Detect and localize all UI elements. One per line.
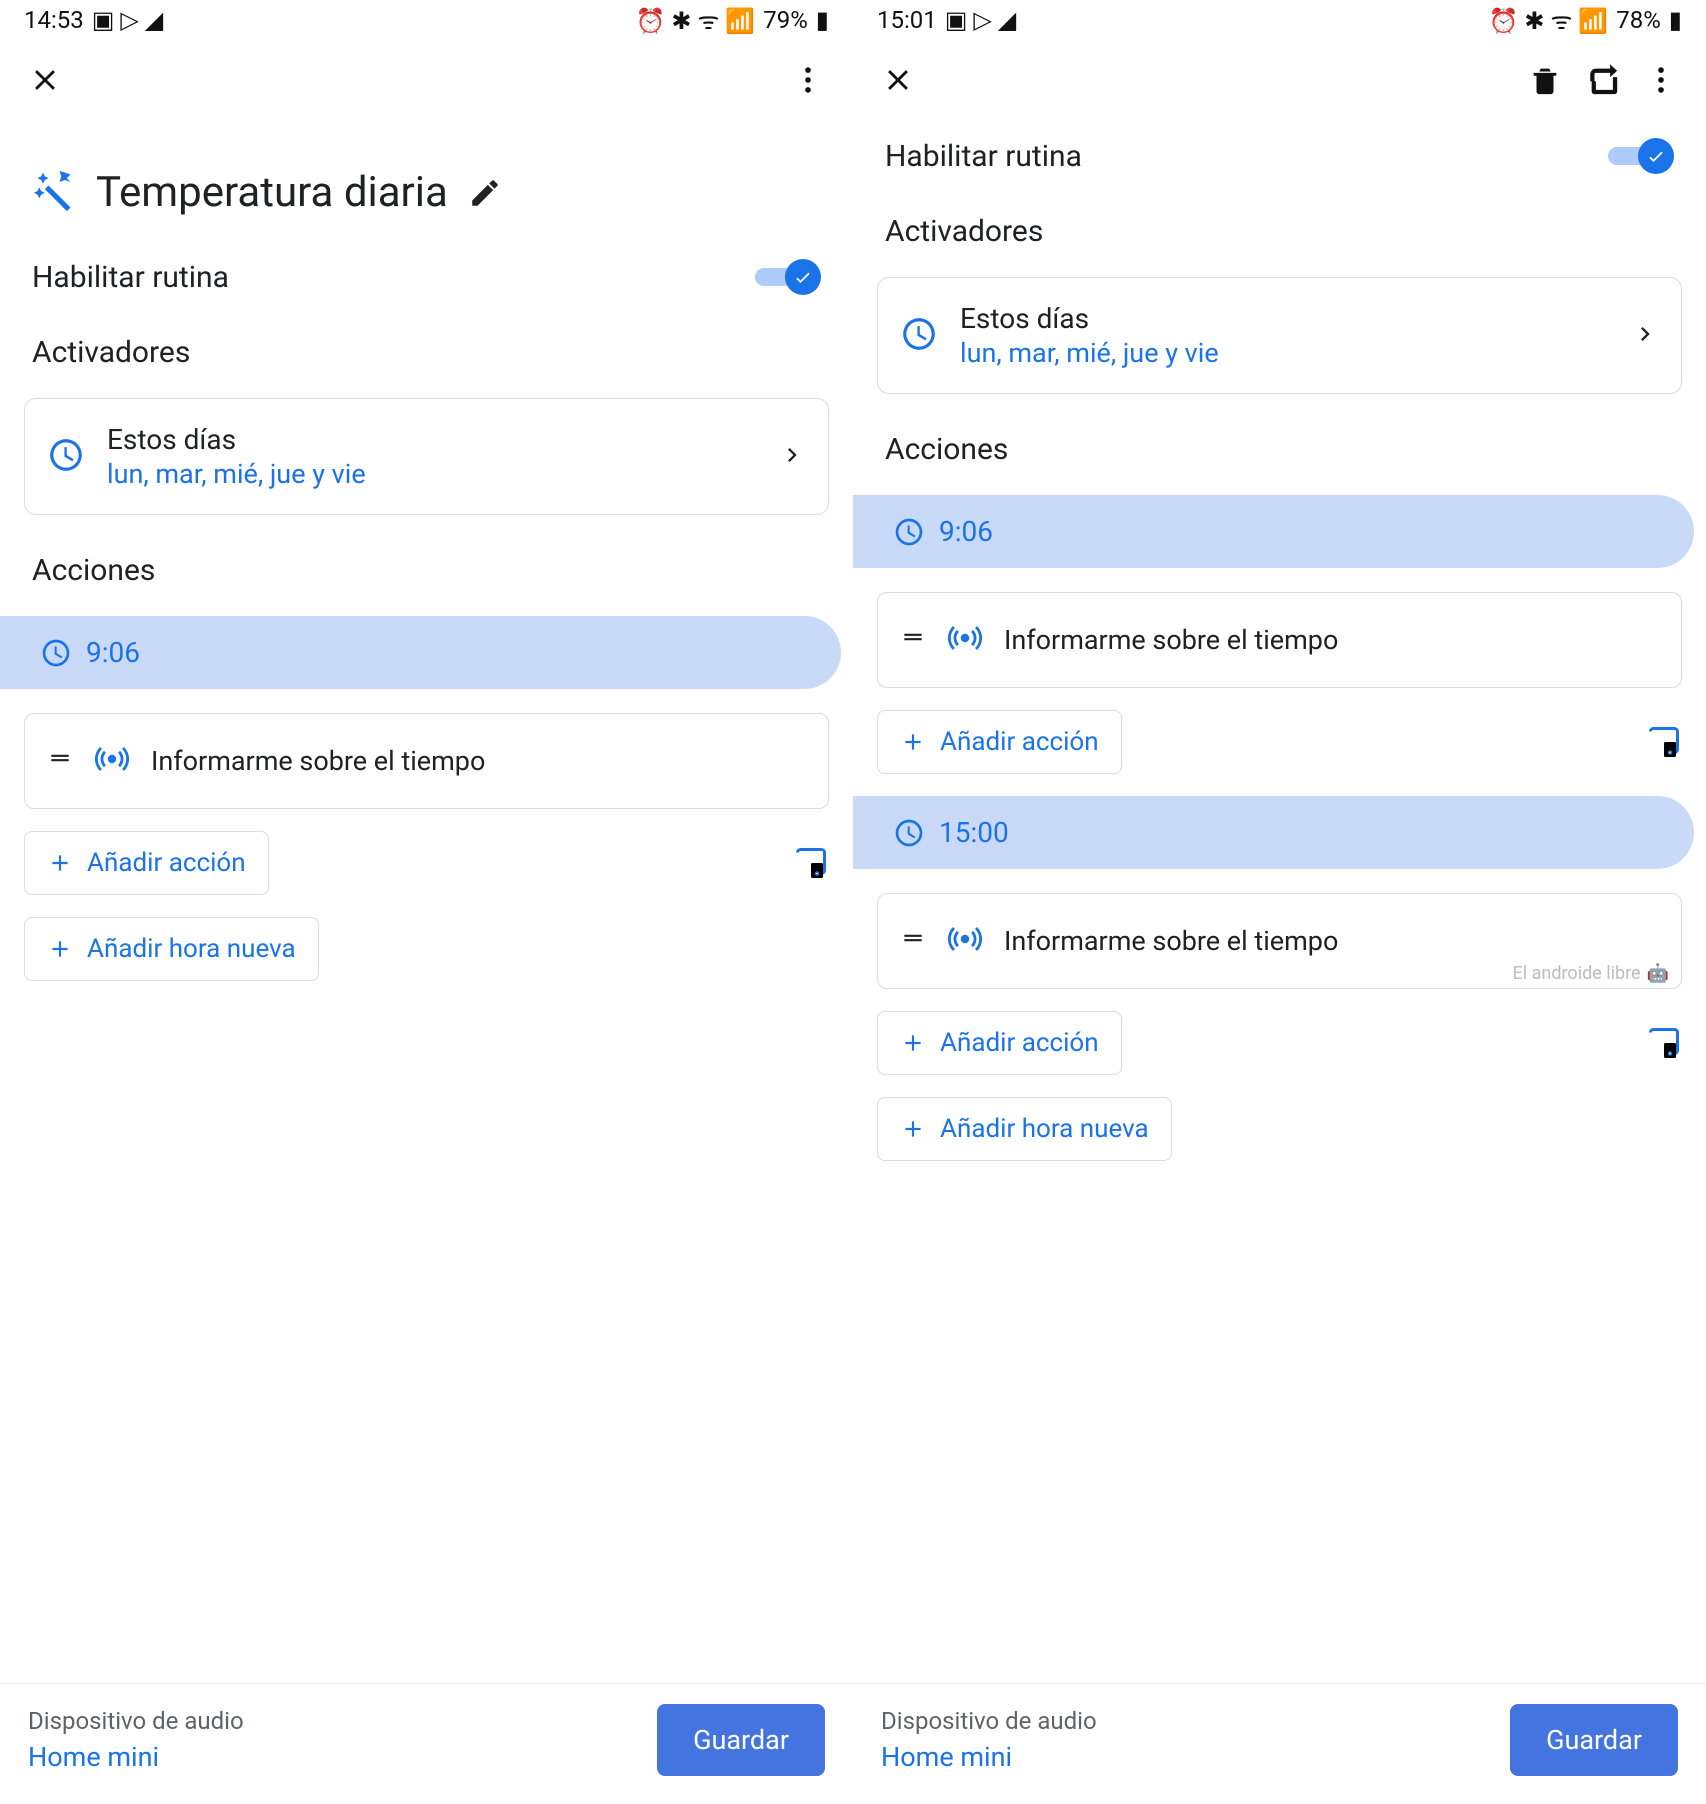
chevron-right-icon <box>778 441 806 473</box>
screen-left: 14:53 ▣ ▷ ◢ ⏰ ✱ ᯤ 📶 79% ▮ Temperatura di… <box>0 0 853 1804</box>
days-card[interactable]: Estos días lun, mar, mié, jue y vie <box>877 277 1682 394</box>
device-select-icon[interactable] <box>1646 724 1682 760</box>
audio-device-link[interactable]: Home mini <box>28 1741 244 1773</box>
watermark: El androide libre🤖 <box>1513 963 1669 984</box>
time-value: 9:06 <box>86 636 140 669</box>
add-time-button[interactable]: Añadir hora nueva <box>24 917 319 981</box>
screen-right: 15:01 ▣ ▷ ◢ ⏰ ✱ ᯤ 📶 78% ▮ Habilitar ruti… <box>853 0 1706 1804</box>
more-icon[interactable] <box>791 63 825 97</box>
drag-handle-icon[interactable] <box>47 745 73 778</box>
action-card[interactable]: Informarme sobre el tiempo <box>877 592 1682 688</box>
status-battery: 79% <box>763 6 808 34</box>
app-bar <box>0 40 853 120</box>
days-title: Estos días <box>960 302 1609 335</box>
add-action-button[interactable]: Añadir acción <box>24 831 269 895</box>
clock-icon <box>900 315 938 357</box>
drag-handle-icon[interactable] <box>900 624 926 657</box>
audio-device-label: Dispositivo de audio <box>28 1707 244 1735</box>
enable-toggle[interactable] <box>1608 138 1674 174</box>
add-action-button[interactable]: Añadir acción <box>877 1011 1122 1075</box>
activators-label: Activadores <box>24 317 829 398</box>
activators-label: Activadores <box>877 196 1682 277</box>
save-button[interactable]: Guardar <box>1510 1704 1678 1776</box>
days-sub: lun, mar, mié, jue y vie <box>960 337 1609 369</box>
battery-icon: ▮ <box>1669 6 1682 34</box>
pencil-icon[interactable] <box>468 176 502 210</box>
time-value: 9:06 <box>939 515 993 548</box>
status-bar: 15:01 ▣ ▷ ◢ ⏰ ✱ ᯤ 📶 78% ▮ <box>853 0 1706 40</box>
device-select-icon[interactable] <box>1646 1025 1682 1061</box>
status-notif-icons: ▣ ▷ ◢ <box>92 6 164 34</box>
audio-device-link[interactable]: Home mini <box>881 1741 1097 1773</box>
actions-label: Acciones <box>877 414 1682 495</box>
status-notif-icons: ▣ ▷ ◢ <box>945 6 1017 34</box>
title-row: Temperatura diaria <box>24 120 829 245</box>
add-action-label: Añadir acción <box>940 1028 1099 1058</box>
shortcut-icon[interactable] <box>1586 63 1620 97</box>
time-value: 15:00 <box>939 816 1009 849</box>
chevron-right-icon <box>1631 320 1659 352</box>
days-card[interactable]: Estos días lun, mar, mié, jue y vie <box>24 398 829 515</box>
enable-label: Habilitar rutina <box>32 260 229 295</box>
footer: Dispositivo de audio Home mini Guardar <box>0 1683 853 1804</box>
actions-label: Acciones <box>24 535 829 616</box>
status-system-icons: ⏰ ✱ ᯤ 📶 <box>1489 4 1609 37</box>
action-text: Informarme sobre el tiempo <box>1004 624 1338 656</box>
add-time-label: Añadir hora nueva <box>940 1114 1149 1144</box>
add-action-label: Añadir acción <box>940 727 1099 757</box>
battery-icon: ▮ <box>816 6 829 34</box>
broadcast-icon <box>95 742 129 780</box>
wand-icon <box>32 169 76 217</box>
status-battery: 78% <box>1616 6 1661 34</box>
app-bar <box>853 40 1706 120</box>
broadcast-icon <box>948 621 982 659</box>
routine-title: Temperatura diaria <box>96 168 448 217</box>
add-time-button[interactable]: Añadir hora nueva <box>877 1097 1172 1161</box>
close-icon[interactable] <box>881 63 915 97</box>
enable-row: Habilitar rutina <box>24 245 829 317</box>
status-time: 14:53 <box>24 6 84 34</box>
save-button[interactable]: Guardar <box>657 1704 825 1776</box>
more-icon[interactable] <box>1644 63 1678 97</box>
add-time-label: Añadir hora nueva <box>87 934 296 964</box>
action-card[interactable]: Informarme sobre el tiempo <box>24 713 829 809</box>
status-bar: 14:53 ▣ ▷ ◢ ⏰ ✱ ᯤ 📶 79% ▮ <box>0 0 853 40</box>
clock-icon <box>47 436 85 478</box>
days-sub: lun, mar, mié, jue y vie <box>107 458 756 490</box>
enable-label: Habilitar rutina <box>885 139 1082 174</box>
add-action-label: Añadir acción <box>87 848 246 878</box>
action-card[interactable]: Informarme sobre el tiempo El androide l… <box>877 893 1682 989</box>
enable-toggle[interactable] <box>755 259 821 295</box>
drag-handle-icon[interactable] <box>900 925 926 958</box>
trash-icon[interactable] <box>1528 63 1562 97</box>
time-pill-1[interactable]: 9:06 <box>853 495 1694 568</box>
add-action-button[interactable]: Añadir acción <box>877 710 1122 774</box>
status-system-icons: ⏰ ✱ ᯤ 📶 <box>636 4 756 37</box>
device-select-icon[interactable] <box>793 845 829 881</box>
time-pill-2[interactable]: 15:00 <box>853 796 1694 869</box>
audio-device-label: Dispositivo de audio <box>881 1707 1097 1735</box>
close-icon[interactable] <box>28 63 62 97</box>
enable-row: Habilitar rutina <box>877 124 1682 196</box>
days-title: Estos días <box>107 423 756 456</box>
time-pill-1[interactable]: 9:06 <box>0 616 841 689</box>
status-time: 15:01 <box>877 6 937 34</box>
action-text: Informarme sobre el tiempo <box>151 745 485 777</box>
action-text: Informarme sobre el tiempo <box>1004 925 1338 957</box>
broadcast-icon <box>948 922 982 960</box>
footer: Dispositivo de audio Home mini Guardar <box>853 1683 1706 1804</box>
